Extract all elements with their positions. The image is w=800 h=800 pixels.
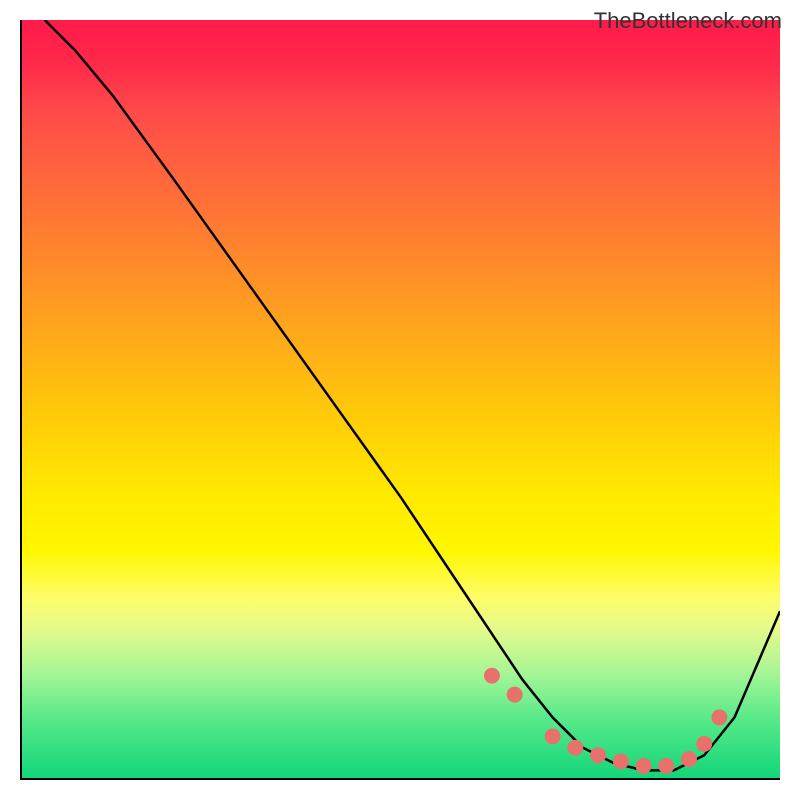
marker-dot [696, 736, 712, 752]
marker-dot [613, 753, 629, 769]
marker-dot [590, 747, 606, 763]
marker-dot [545, 728, 561, 744]
marker-dot [681, 751, 697, 767]
chart-svg [22, 20, 780, 778]
chart-container: TheBottleneck.com [0, 0, 800, 800]
marker-dot [711, 709, 727, 725]
marker-dot [484, 668, 500, 684]
marker-dot [658, 758, 674, 774]
plot-area [20, 20, 780, 780]
marker-dot [636, 758, 652, 774]
marker-dot [567, 740, 583, 756]
marker-dot [507, 687, 523, 703]
curve-line [45, 20, 780, 770]
watermark-text: TheBottleneck.com [594, 8, 782, 34]
